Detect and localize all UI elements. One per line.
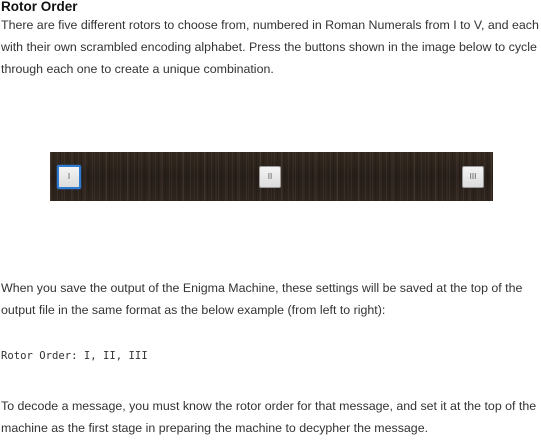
help-page: Rotor Order There are five different rot… <box>0 0 541 440</box>
rotor-button-3[interactable]: III <box>462 166 484 188</box>
section-title: Rotor Order <box>1 0 78 14</box>
decode-note-paragraph: To decode a message, you must know the r… <box>1 399 537 435</box>
rotor-button-1[interactable]: I <box>57 165 81 189</box>
rotor-order-panel: I II III <box>50 152 493 201</box>
save-note-paragraph: When you save the output of the Enigma M… <box>1 281 523 317</box>
intro-paragraph: There are five different rotors to choos… <box>1 18 539 76</box>
rotor-order-example: Rotor Order: I, II, III <box>1 350 148 362</box>
rotor-button-2[interactable]: II <box>259 166 281 188</box>
